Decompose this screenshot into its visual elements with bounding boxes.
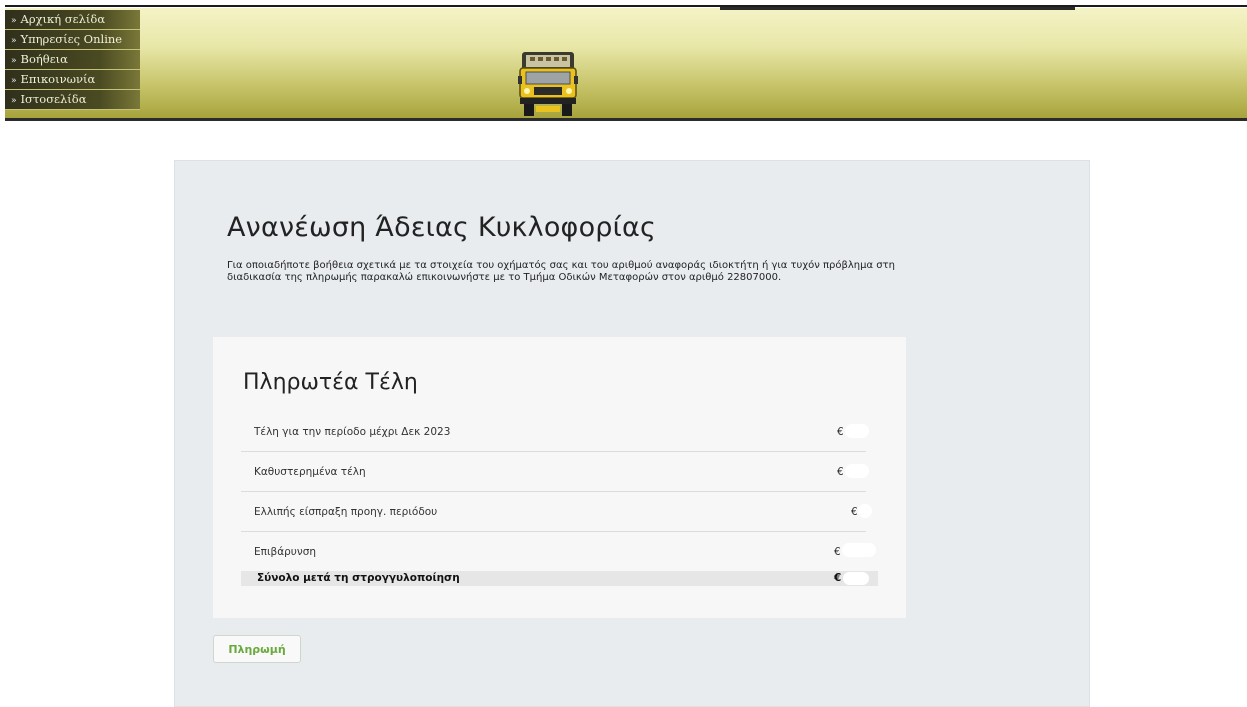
redacted-amount: [842, 543, 876, 557]
fee-row-currency: €: [851, 506, 858, 518]
fee-row-currency: €: [837, 466, 844, 478]
redacted-amount: [845, 424, 869, 438]
help-description: Για οποιαδήποτε βοήθεια σχετικά με τα στ…: [227, 260, 895, 283]
double-arrow-icon: »: [11, 16, 17, 26]
header-accent-line: [720, 7, 1075, 10]
row-divider: [241, 491, 866, 492]
redacted-amount: [843, 572, 869, 585]
redacted-amount: [845, 464, 869, 478]
double-arrow-icon: »: [11, 36, 17, 46]
total-currency: €: [834, 572, 842, 584]
fee-row-currency: €: [837, 426, 844, 438]
nav-item-label: Ιστοσελίδα: [20, 92, 87, 106]
pay-button[interactable]: Πληρωμή: [213, 635, 301, 663]
header-bottom-border: [5, 118, 1247, 121]
fee-row-label: Καθυστερημένα τέλη: [254, 466, 366, 478]
nav-item-label: Αρχική σελίδα: [20, 12, 106, 26]
double-arrow-icon: »: [11, 96, 17, 106]
site-header: [5, 8, 1247, 118]
redacted-amount: [858, 504, 872, 518]
fee-row-label: Ελλιπής είσπραξη προηγ. περιόδου: [254, 506, 438, 518]
row-divider: [241, 531, 866, 532]
fee-row-currency: €: [834, 546, 841, 558]
nav-item-label: Επικοινωνία: [20, 72, 96, 86]
nav-item-label: Υπηρεσίες Online: [20, 32, 123, 46]
nav-item-help[interactable]: » Βοήθεια: [5, 50, 140, 70]
side-nav: » Αρχική σελίδα » Υπηρεσίες Online » Βοήθει…: [5, 10, 140, 110]
page-title: Ανανέωση Άδειας Κυκλοφορίας: [227, 212, 657, 243]
nav-item-contact[interactable]: » Επικοινωνία: [5, 70, 140, 90]
fee-row-label: Επιβάρυνση: [254, 546, 317, 558]
nav-item-website[interactable]: » Ιστοσελίδα: [5, 90, 140, 110]
nav-item-home[interactable]: » Αρχική σελίδα: [5, 10, 140, 30]
double-arrow-icon: »: [11, 76, 17, 86]
total-label: Σύνολο μετά τη στρογγυλοποίηση: [257, 572, 460, 584]
fee-row-label: Τέλη για την περίοδο μέχρι Δεκ 2023: [254, 426, 451, 438]
double-arrow-icon: »: [11, 56, 17, 66]
fees-title: Πληρωτέα Τέλη: [243, 370, 418, 395]
nav-item-online-services[interactable]: » Υπηρεσίες Online: [5, 30, 140, 50]
nav-item-label: Βοήθεια: [20, 52, 68, 66]
row-divider: [241, 451, 866, 452]
bus-logo-icon: [518, 52, 578, 116]
